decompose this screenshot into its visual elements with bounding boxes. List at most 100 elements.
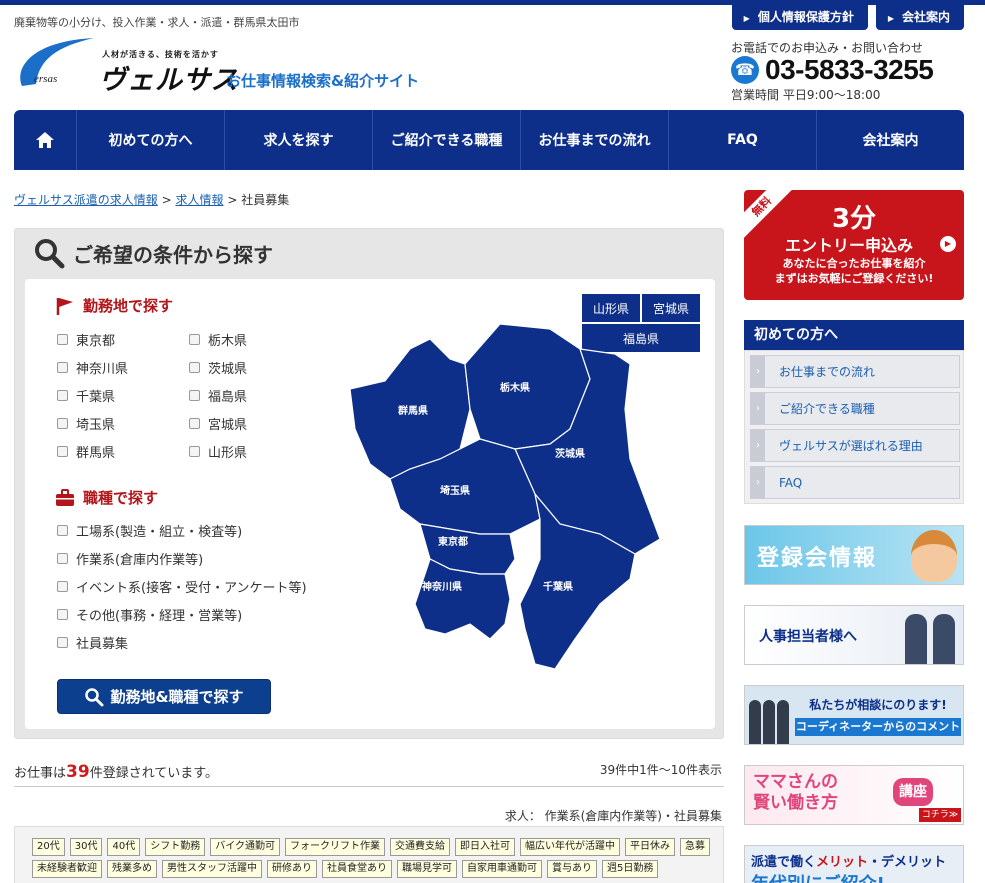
sidebar-item-why-versas[interactable]: › ヴェルサスが選ばれる理由 — [750, 429, 960, 462]
chevron-right-icon: › — [751, 356, 765, 387]
nav-faq[interactable]: FAQ — [669, 110, 817, 170]
checkbox-ibaraki[interactable]: 茨城県 — [189, 358, 247, 377]
feature-tag[interactable]: 男性スタッフ活躍中 — [162, 860, 262, 878]
breadcrumb-separator: > — [227, 193, 238, 207]
sidebar-heading: 初めての方へ — [744, 320, 964, 350]
checkbox-office[interactable]: その他(事務・経理・営業等) — [57, 605, 242, 624]
feature-tag[interactable]: 平日休み — [625, 838, 676, 856]
flag-icon — [56, 297, 73, 315]
company-info-link[interactable]: ▶ 会社案内 — [875, 5, 964, 30]
checkbox-fukushima[interactable]: 福島県 — [189, 386, 247, 405]
coordinator-banner[interactable]: 私たちが相談にのります! コーディネーターからのコメント — [744, 685, 964, 745]
job-category: 求人： 作業系(倉庫内作業等)・社員募集 — [504, 809, 722, 823]
checkbox-miyagi[interactable]: 宮城県 — [189, 414, 247, 433]
nav-home[interactable] — [14, 110, 77, 170]
feature-tag[interactable]: 未経験者歓迎 — [32, 860, 102, 878]
registration-info-banner[interactable]: 登録会情報 — [744, 525, 964, 585]
feature-tag[interactable]: 交通費支給 — [390, 838, 451, 856]
magnifier-icon — [85, 687, 104, 706]
feature-tag[interactable]: フォークリフト作業 — [285, 838, 386, 856]
chevron-right-icon: › — [751, 393, 765, 424]
map-label-gunma: 群馬県 — [398, 404, 428, 417]
checkbox-gunma[interactable]: 群馬県 — [57, 442, 115, 461]
business-hours: 営業時間 平日9:00～18:00 — [731, 88, 881, 102]
feature-tag[interactable]: シフト勤務 — [145, 838, 206, 856]
person-photo — [905, 614, 927, 664]
triangle-right-icon: ▶ — [743, 14, 750, 23]
feature-tag[interactable]: 社員食堂あり — [322, 860, 392, 878]
kanto-map[interactable]: 群馬県 栃木県 茨城県 埼玉県 東京都 神奈川県 千葉県 — [330, 319, 670, 709]
entry-banner[interactable]: 無料 3分 エントリー申込み ▶ あなたに合ったお仕事を紹介 まずはお気軽にご登録… — [744, 190, 964, 300]
tags-panel: 20代 30代 40代 シフト勤務 バイク通勤可 フォークリフト作業 交通費支給 即日入社可幅… — [14, 826, 724, 883]
sidebar-item-faq[interactable]: › FAQ — [750, 466, 960, 499]
breadcrumb-current: 社員募集 — [241, 193, 290, 207]
feature-tag[interactable]: 研修あり — [267, 860, 317, 878]
feature-tag[interactable]: 賞与あり — [547, 860, 597, 878]
person-photo — [763, 700, 775, 744]
feature-tag[interactable]: 職場見学可 — [397, 860, 457, 878]
map-label-saitama: 埼玉県 — [440, 484, 470, 497]
checkbox-saitama[interactable]: 埼玉県 — [57, 414, 115, 433]
versas-logo[interactable]: 人材が活きる、技術を活かす ヴェルサス ersas — [14, 36, 237, 96]
logo-swoosh-icon — [20, 38, 95, 86]
breadcrumb-link-top[interactable]: ヴェルサス派遣の求人情報 — [14, 193, 158, 207]
location-heading: 勤務地で探す — [55, 295, 173, 316]
chevron-right-icon: › — [751, 467, 765, 498]
hr-contact-banner[interactable]: 人事担当者様へ — [744, 605, 964, 665]
nav-work-flow[interactable]: お仕事までの流れ — [521, 110, 669, 170]
checkbox-full-time[interactable]: 社員募集 — [57, 633, 128, 652]
map-label-tochigi: 栃木県 — [500, 381, 530, 394]
moms-course-banner[interactable]: ママさんの 賢い働き方 講座 コチラ≫ — [744, 765, 964, 825]
breadcrumb-link-jobs[interactable]: 求人情報 — [175, 193, 223, 207]
feature-tag[interactable]: 週5日勤務 — [602, 860, 659, 878]
feature-tag[interactable]: 20代 — [32, 838, 65, 856]
nav-company[interactable]: 会社案内 — [817, 110, 964, 170]
merit-demerit-banner[interactable]: 派遣で働くメリット・デメリット 年代別にご紹介! — [744, 845, 964, 883]
search-panel: ご希望の条件から探す 勤務地で探す 東京都 神奈川県 千葉県 埼玉県 群馬県 栃… — [14, 228, 724, 739]
breadcrumb: ヴェルサス派遣の求人情報 > 求人情報 > 社員募集 — [14, 191, 289, 208]
sidebar-menu: › お仕事までの流れ › ご紹介できる職種 › ヴェルサスが選ばれる理由 › FAQ — [744, 350, 964, 504]
checkbox-kanagawa[interactable]: 神奈川県 — [57, 358, 128, 377]
phone-icon: ☎ — [731, 56, 759, 84]
job-heading: 職種で探す — [55, 487, 158, 508]
checkbox-factory[interactable]: 工場系(製造・組立・検査等) — [57, 521, 242, 540]
chevron-right-icon: › — [751, 430, 765, 461]
checkbox-event[interactable]: イベント系(接客・受付・アンケート等) — [57, 577, 307, 596]
search-inner: 勤務地で探す 東京都 神奈川県 千葉県 埼玉県 群馬県 栃木県 茨城県 福島県 … — [25, 279, 715, 729]
feature-tag[interactable]: 40代 — [107, 838, 141, 856]
site-name: お仕事情報検索&紹介サイト — [226, 72, 420, 90]
checkbox-yamagata[interactable]: 山形県 — [189, 442, 247, 461]
nav-find-jobs[interactable]: 求人を探す — [225, 110, 373, 170]
map-label-tokyo: 東京都 — [438, 535, 468, 548]
play-icon: ▶ — [940, 236, 956, 252]
checkbox-tokyo[interactable]: 東京都 — [57, 330, 115, 349]
map-button-yamagata[interactable]: 山形県 — [582, 294, 640, 322]
phone-number[interactable]: ☎ 03-5833-3255 — [731, 54, 934, 86]
checkbox-chiba[interactable]: 千葉県 — [57, 386, 115, 405]
feature-tag[interactable]: 残業多め — [107, 860, 157, 878]
map-button-miyagi[interactable]: 宮城県 — [642, 294, 700, 322]
woman-illustration — [911, 530, 957, 582]
divider — [14, 786, 724, 787]
tag-list: 20代 30代 40代 シフト勤務 バイク通勤可 フォークリフト作業 交通費支給 即日入社可幅… — [32, 838, 722, 878]
site-tagline: 廃棄物等の小分け、投入作業・求人・派遣・群馬県太田市 — [14, 16, 300, 29]
person-photo — [749, 700, 761, 744]
nav-first-time[interactable]: 初めての方へ — [77, 110, 225, 170]
person-photo — [777, 700, 789, 744]
result-count: お仕事は39件登録されています。 — [14, 762, 218, 782]
checkbox-tochigi[interactable]: 栃木県 — [189, 330, 247, 349]
privacy-policy-link[interactable]: ▶ 個人情報保護方針 — [731, 5, 868, 30]
map-label-ibaraki: 茨城県 — [555, 447, 585, 460]
feature-tag[interactable]: 30代 — [69, 838, 103, 856]
feature-tag[interactable]: バイク通勤可 — [210, 838, 281, 856]
sidebar-item-job-types[interactable]: › ご紹介できる職種 — [750, 392, 960, 425]
feature-tag[interactable]: 幅広い年代が活躍中 — [520, 838, 621, 856]
feature-tag[interactable]: 即日入社可 — [455, 838, 516, 856]
feature-tag[interactable]: 急募 — [680, 838, 711, 856]
checkbox-warehouse[interactable]: 作業系(倉庫内作業等) — [57, 549, 203, 568]
sidebar-item-work-flow[interactable]: › お仕事までの流れ — [750, 355, 960, 388]
nav-job-types[interactable]: ご紹介できる職種 — [373, 110, 521, 170]
search-submit-button[interactable]: 勤務地&職種で探す — [57, 679, 271, 714]
feature-tag[interactable]: 自家用車通勤可 — [462, 860, 542, 878]
map-label-kanagawa: 神奈川県 — [422, 580, 462, 593]
